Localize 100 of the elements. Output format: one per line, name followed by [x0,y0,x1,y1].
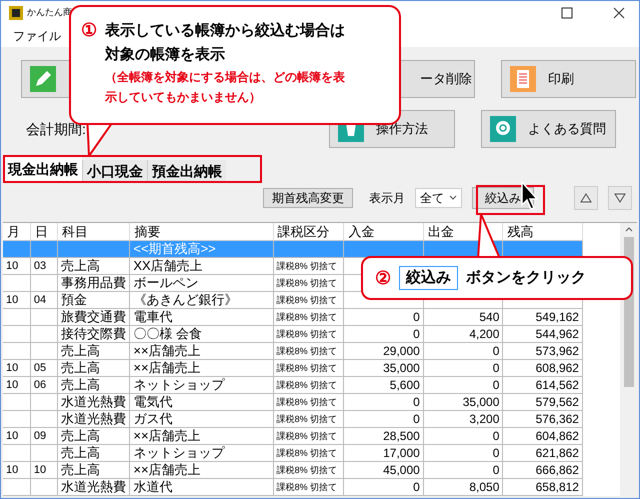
table-row[interactable]: 水道光熱費 ガス代 課税8% 切捨て 0 3,200 576,362 [3,411,583,428]
maximize-icon[interactable] [561,7,573,19]
table-row[interactable]: 旅費交通費 電車代 課税8% 切捨て 0 540 549,162 [3,309,583,326]
table-cell: 576,362 [536,412,579,426]
tab[interactable]: 預金出納帳 [147,160,226,182]
document-icon [510,66,536,92]
column-header[interactable]: 月 [3,223,31,240]
column-header[interactable]: 課税区分 [274,223,344,240]
table-cell: 接待交際費 [60,326,126,341]
table-cell: 35,000 [383,361,420,375]
move-down-button[interactable] [608,186,632,210]
table-cell: ××店舗売上 [133,462,201,477]
table-cell: ネットショップ [133,377,224,392]
table-cell: 540 [479,310,500,324]
table-cell: 0 [492,344,500,358]
table-cell: 10 [34,464,46,476]
toolbar-button[interactable]: 印刷 [501,60,636,98]
table-cell: 課税8% 切捨て [276,414,338,424]
table-cell: 608,962 [536,361,579,375]
table-cell: 544,962 [536,327,579,341]
table-cell: 課税8% 切捨て [276,278,338,288]
table-row[interactable]: 接待交際費 〇〇様 会食 課税8% 切捨て 0 4,200 544,962 [3,326,583,343]
app-icon [9,6,23,20]
cursor-icon [521,181,541,211]
table-cell: 課税8% 切捨て [276,431,338,441]
table-cell: 水道光熱費 [60,411,126,426]
table-cell: 課税8% 切捨て [276,465,338,475]
table-cell: XX店舗売上 [133,258,203,273]
column-header[interactable]: 入金 [344,223,424,240]
table-cell: 0 [413,310,420,324]
table-cell: 事務用品費 [60,275,126,290]
table-cell: <<期首残高>> [133,241,216,256]
table-cell: 売上高 [60,462,100,477]
table-cell: 0 [413,412,420,426]
table-cell: 29,000 [383,344,420,358]
table-cell: 0 [492,361,500,375]
table-cell: 売上高 [60,258,100,273]
month-dropdown[interactable]: 全て [415,188,462,208]
table-cell: 水道光熱費 [60,394,126,409]
table-cell: 売上高 [60,428,100,443]
table-row[interactable]: 売上高 ××店舗売上 課税8% 切捨て 29,000 0 573,962 [3,343,583,360]
balance-change-button[interactable]: 期首残高変更 [263,188,353,208]
table-row[interactable]: 水道光熱費 水道代 課税8% 切捨て 0 8,050 658,812 [3,479,583,496]
table-cell: 5,600 [390,378,420,392]
table-row[interactable]: 10 05 売上高 ××店舗売上 課税8% 切捨て 35,000 0 608,962 [3,360,583,377]
table-cell: 10 [6,294,18,306]
table-row[interactable]: 10 10 売上高 ××店舗売上 課税8% 切捨て 45,000 0 666,862 [3,462,583,479]
table-row[interactable]: 売上高 ネットショップ 課税8% 切捨て 17,000 0 621,862 [3,445,583,462]
table-cell: 10 [6,430,18,442]
table-cell: 8,050 [469,480,500,494]
tab[interactable]: 現金出納帳 [4,156,82,182]
table-cell: 614,562 [536,378,579,392]
table-cell: 旅費交通費 [60,309,126,324]
table-row[interactable]: 10 09 売上高 ××店舗売上 課税8% 切捨て 28,500 0 604,862 [3,428,583,445]
table-cell: 45,000 [383,463,420,477]
triangle-up-icon [580,193,592,203]
table-cell: 17,000 [383,446,420,460]
table-cell: 04 [34,294,46,306]
table-cell: 0 [492,446,500,460]
tab[interactable]: 小口現金 [82,160,147,182]
table-cell: 3,200 [469,412,500,426]
table-row[interactable]: 水道光熱費 電気代 課税8% 切捨て 0 35,000 579,562 [3,394,583,411]
triangle-down-icon [614,193,626,203]
table-cell: 課税8% 切捨て [276,482,338,492]
column-header[interactable]: 日 [30,223,58,240]
table-cell: 621,862 [536,446,579,460]
table-cell: 579,562 [536,395,579,409]
table-cell: ネットショップ [133,445,224,460]
menu-item[interactable]: ファイル [13,27,61,45]
pencil-icon [30,66,56,92]
column-header[interactable]: 科目 [58,223,130,240]
table-cell: 0 [413,327,420,341]
table-cell: 課税8% 切捨て [276,380,338,390]
table-cell: 666,862 [536,463,579,477]
table-cell: 604,862 [536,429,579,443]
table-cell: 〇〇様 会食 [133,326,202,341]
toolbar-button[interactable]: よくある質問 [481,110,616,148]
column-header[interactable]: 残高 [503,223,583,240]
callout-note: （全帳簿を対象にする場合は、どの帳簿を表示していてもかまいません） [105,69,345,106]
move-up-button[interactable] [574,186,598,210]
table-cell: ボールペン [133,275,198,290]
table-cell: 課税8% 切捨て [276,448,338,458]
table-cell: 電気代 [133,394,172,409]
table-cell: 549,162 [536,310,579,324]
table-cell: 10 [6,379,18,391]
column-header[interactable]: 摘要 [130,223,274,240]
chevron-down-icon [449,195,457,201]
button-label: 絞込み [399,266,458,290]
table-row[interactable]: 10 06 売上高 ネットショップ 課税8% 切捨て 5,600 0 614,562 [3,377,583,394]
table-cell: ガス代 [133,411,172,426]
table-cell: 課税8% 切捨て [276,346,338,356]
table-cell: ××店舗売上 [133,428,201,443]
table-cell: 0 [492,463,500,477]
table-cell: 売上高 [60,377,100,392]
close-icon[interactable] [613,7,625,19]
table-cell: 課税8% 切捨て [276,329,338,339]
callout-heading: 表示している帳簿から絞込む場合は対象の帳簿を表示 [105,21,346,65]
month-label: 表示月 [369,190,405,207]
table-cell: 課税8% 切捨て [276,295,338,305]
table-cell: 電車代 [133,309,172,324]
